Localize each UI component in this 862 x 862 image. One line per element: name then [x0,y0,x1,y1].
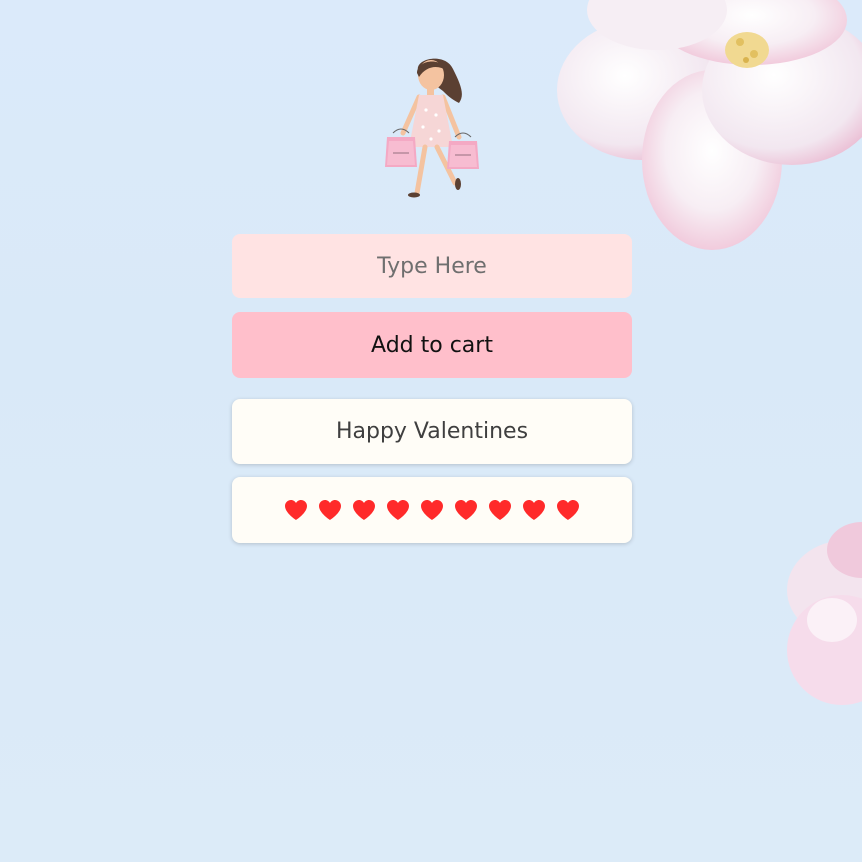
heart-icon [319,500,341,520]
heart-icon [285,500,307,520]
avatar-icon [385,58,479,198]
heart-icon [489,500,511,520]
shopping-girl-avatar [381,55,481,200]
blossom-decoration-top [557,0,862,250]
message-text: Happy Valentines [335,419,529,444]
hearts-card [232,477,632,543]
add-to-cart-button[interactable]: Add to cart [232,312,632,378]
heart-icon [455,500,477,520]
heart-icon [353,500,375,520]
heart-icon [523,500,545,520]
blossom-decoration-bottom [787,522,862,705]
heart-icon [557,500,579,520]
heart-icon [421,500,443,520]
message-card: Happy Valentines [232,399,632,464]
item-input[interactable] [232,234,632,298]
heart-icon [387,500,409,520]
